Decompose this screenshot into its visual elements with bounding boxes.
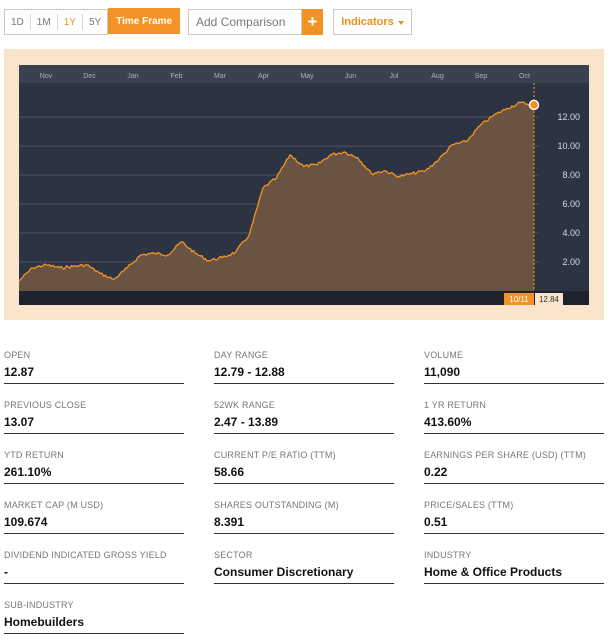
stat-value: Homebuilders <box>4 615 85 629</box>
stat-label: SHARES OUTSTANDING (M) <box>214 500 339 510</box>
stat-label: DAY RANGE <box>214 350 268 360</box>
stat-value: 109.674 <box>4 515 48 529</box>
month-tick-label: Jun <box>345 73 356 80</box>
stat-item: VOLUME 11,090 <box>424 342 604 384</box>
time-frame-button[interactable]: Time Frame <box>108 8 181 34</box>
range-5y-button[interactable]: 5Y <box>83 10 107 34</box>
stat-label: VOLUME <box>424 350 464 360</box>
y-tick-label: 10.00 <box>557 141 580 151</box>
stat-item: DIVIDEND INDICATED GROSS YIELD - <box>4 542 184 584</box>
stat-item: CURRENT P/E RATIO (TTM) 58.66 <box>214 442 394 484</box>
y-tick-label: 2.00 <box>562 257 580 267</box>
stat-item: INDUSTRY Home & Office Products <box>424 542 604 584</box>
range-selector: 1D 1M 1Y 5Y <box>4 9 109 35</box>
stat-item: EARNINGS PER SHARE (USD) (TTM) 0.22 <box>424 442 604 484</box>
stat-value: 261.10% <box>4 465 52 479</box>
stat-item: OPEN 12.87 <box>4 342 184 384</box>
stat-item: MARKET CAP (M USD) 109.674 <box>4 492 184 534</box>
stat-label: DIVIDEND INDICATED GROSS YIELD <box>4 550 167 560</box>
month-tick-label: Apr <box>258 73 270 80</box>
stat-item: 52WK RANGE 2.47 - 13.89 <box>214 392 394 434</box>
stat-label: EARNINGS PER SHARE (USD) (TTM) <box>424 450 587 460</box>
range-1y-button[interactable]: 1Y <box>58 10 82 34</box>
stat-label: 52WK RANGE <box>214 400 276 410</box>
indicators-dropdown[interactable]: Indicators <box>333 9 412 35</box>
y-tick-label: 12.00 <box>557 112 580 122</box>
stat-value: 12.87 <box>4 365 35 379</box>
stat-label: YTD RETURN <box>4 450 64 460</box>
chevron-down-icon <box>397 20 404 25</box>
range-1m-button[interactable]: 1M <box>31 10 57 34</box>
stat-value: 58.66 <box>214 465 245 479</box>
stat-value: - <box>4 565 8 579</box>
stat-label: INDUSTRY <box>424 550 472 560</box>
y-tick-label: 6.00 <box>562 199 580 209</box>
stat-value: 12.79 - 12.88 <box>214 365 285 379</box>
date-axis-band <box>19 291 589 305</box>
range-1d-button[interactable]: 1D <box>5 10 30 34</box>
month-tick-label: Oct <box>519 73 530 80</box>
stat-item: SHARES OUTSTANDING (M) 8.391 <box>214 492 394 534</box>
month-tick-label: Aug <box>431 73 444 80</box>
add-comparison-button[interactable]: + <box>302 9 323 35</box>
stat-label: PREVIOUS CLOSE <box>4 400 87 410</box>
stat-item: 1 YR RETURN 413.60% <box>424 392 604 434</box>
stat-item: PREVIOUS CLOSE 13.07 <box>4 392 184 434</box>
month-tick-label: Feb <box>170 73 182 80</box>
stat-value: 13.07 <box>4 415 35 429</box>
month-tick-label: May <box>300 73 314 80</box>
cursor-date-label: 10/11 <box>509 295 529 304</box>
add-comparison-input[interactable] <box>188 9 302 35</box>
chart-toolbar: 1D 1M 1Y 5Y Time Frame <box>4 8 181 35</box>
stat-label: 1 YR RETURN <box>424 400 487 410</box>
stat-item: YTD RETURN 261.10% <box>4 442 184 484</box>
stat-item: SECTOR Consumer Discretionary <box>214 542 394 584</box>
month-tick-label: Nov <box>40 73 53 80</box>
stat-value: 8.391 <box>214 515 245 529</box>
stat-item: PRICE/SALES (TTM) 0.51 <box>424 492 604 534</box>
stat-value: Consumer Discretionary <box>214 565 354 579</box>
stat-item: SUB-INDUSTRY Homebuilders <box>4 592 184 634</box>
indicators-label: Indicators <box>341 16 394 28</box>
chart-container: Nov Dec Jan Feb Mar Apr May Jun Jul Aug Sep Oct 2.00… <box>4 49 604 320</box>
month-tick-label: Sep <box>475 73 488 80</box>
stat-label: MARKET CAP (M USD) <box>4 500 104 510</box>
month-tick-label: Jan <box>127 73 138 80</box>
stat-label: SECTOR <box>214 550 253 560</box>
stat-label: PRICE/SALES (TTM) <box>424 500 514 510</box>
stat-value: 2.47 - 13.89 <box>214 415 279 429</box>
stat-value: 0.51 <box>424 515 448 529</box>
last-price-marker <box>528 99 540 111</box>
y-tick-label: 4.00 <box>562 228 580 238</box>
stat-item: DAY RANGE 12.79 - 12.88 <box>214 342 394 384</box>
price-chart[interactable]: Nov Dec Jan Feb Mar Apr May Jun Jul Aug Sep Oct 2.00… <box>19 65 589 305</box>
cursor-value-label: 12.84 <box>539 295 560 304</box>
stat-value: 11,090 <box>424 365 461 379</box>
month-tick-label: Mar <box>214 73 227 80</box>
stat-value: Home & Office Products <box>424 565 563 579</box>
stat-label: SUB-INDUSTRY <box>4 600 74 610</box>
month-tick-label: Jul <box>390 73 399 80</box>
stat-value: 0.22 <box>424 465 448 479</box>
month-tick-label: Dec <box>83 73 96 80</box>
stat-label: OPEN <box>4 350 31 360</box>
y-tick-label: 8.00 <box>562 170 580 180</box>
stat-label: CURRENT P/E RATIO (TTM) <box>214 450 336 460</box>
stat-value: 413.60% <box>424 415 472 429</box>
